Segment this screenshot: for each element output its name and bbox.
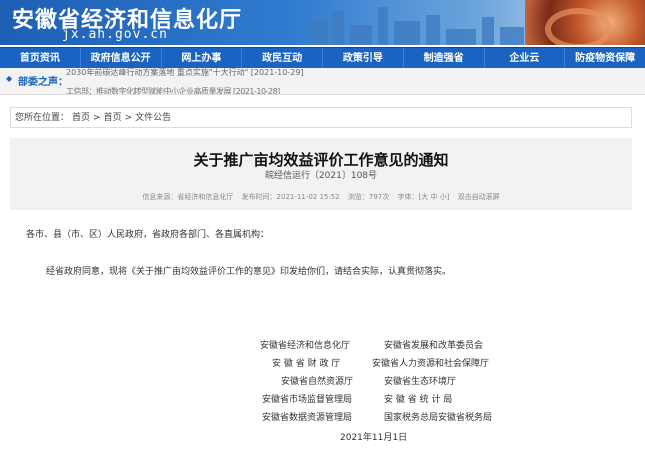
nav-item-manufacturing[interactable]: 制造强省 xyxy=(404,48,485,69)
signature-org: 安徽省经济和信息化厅 xyxy=(260,341,351,351)
breadcrumb: 您所在位置： 首页 > 首页 > 文件公告 xyxy=(10,107,632,128)
bullet-icon: ◆ xyxy=(6,74,13,83)
article-body: 经省政府同意，现将《关于推广亩均效益评价工作的意见》印发给你们，请结合实际，认真… xyxy=(46,267,452,277)
meta-views: 浏览：797次 xyxy=(347,193,390,201)
article-meta: 信息来源：省经济和信息化厅 发布时间：2021-11-02 15:52 浏览：7… xyxy=(10,192,632,202)
site-url: jx.ah.gov.cn xyxy=(62,27,168,42)
header-banner: 安徽省经济和信息化厅 jx.ah.gov.cn xyxy=(0,0,645,45)
signature-org: 安徽省自然资源厅 xyxy=(281,377,354,387)
breadcrumb-label: 您所在位置： xyxy=(15,113,70,123)
breadcrumb-separator: > xyxy=(93,113,101,123)
signature-org: 安徽省数据资源管理局 xyxy=(262,413,353,423)
signature-org: 安徽省生态环境厅 xyxy=(384,377,457,387)
font-size-control[interactable]: 字体：[大 中 小] xyxy=(398,193,450,201)
addressee: 各市、县（市、区）人民政府，省政府各部门、各直属机构： xyxy=(26,230,270,240)
signature-org: 安 徽 省 统 计 局 xyxy=(384,395,453,405)
signature-org: 国家税务总局安徽省税务局 xyxy=(384,413,493,423)
breadcrumb-current[interactable]: 文件公告 xyxy=(135,113,171,123)
signature-org: 安徽省发展和改革委员会 xyxy=(384,341,484,351)
notice-link[interactable]: 2030年前碳达峰行动方案落地 重点实施"十大行动" [2021-10-29] xyxy=(66,68,304,78)
notice-label: 部委之声： xyxy=(18,77,68,88)
issue-date: 2021年11月1日 xyxy=(340,433,408,443)
breadcrumb-separator: > xyxy=(124,113,133,123)
meta-time: 发布时间：2021-11-02 15:52 xyxy=(241,193,340,201)
article-header: 关于推广亩均效益评价工作意见的通知 皖经信运行〔2021〕108号 信息来源：省… xyxy=(10,138,632,210)
nav-item-news[interactable]: 首页资讯 xyxy=(0,48,81,69)
nav-item-online-service[interactable]: 网上办事 xyxy=(162,48,243,69)
article-title: 关于推广亩均效益评价工作意见的通知 xyxy=(193,151,449,169)
auto-scroll-hint: 双击自动滚屏 xyxy=(457,193,500,201)
document-number: 皖经信运行〔2021〕108号 xyxy=(264,171,378,181)
breadcrumb-home[interactable]: 首页 xyxy=(104,113,122,123)
breadcrumb-home[interactable]: 首页 xyxy=(72,113,90,123)
notice-strip: ◆ 部委之声： 2030年前碳达峰行动方案落地 重点实施"十大行动" [2021… xyxy=(0,68,645,95)
nav-item-policy[interactable]: 政策引导 xyxy=(323,48,404,69)
signature-org: 安徽省市场监督管理局 xyxy=(262,395,353,405)
nav-item-enterprise-cloud[interactable]: 企业云 xyxy=(485,48,566,69)
meta-source: 信息来源：省经济和信息化厅 xyxy=(142,193,234,201)
main-nav: 首页资讯 政府信息公开 网上办事 政民互动 政策引导 制造强省 企业云 防疫物资… xyxy=(0,47,645,69)
nav-item-interaction[interactable]: 政民互动 xyxy=(242,48,323,69)
signature-org: 安徽省人力资源和社会保障厅 xyxy=(372,359,490,369)
nav-item-info-disclosure[interactable]: 政府信息公开 xyxy=(81,48,162,69)
signature-org: 安 徽 省 财 政 厅 xyxy=(272,359,341,369)
copper-coil-image xyxy=(525,0,645,45)
nav-item-epidemic-supplies[interactable]: 防疫物资保障 xyxy=(565,48,645,69)
notice-link[interactable]: 工信部：推动数字化转型赋能中小企业高质量发展 [2021-10-28] xyxy=(66,86,280,94)
skyline-decoration xyxy=(300,5,530,45)
